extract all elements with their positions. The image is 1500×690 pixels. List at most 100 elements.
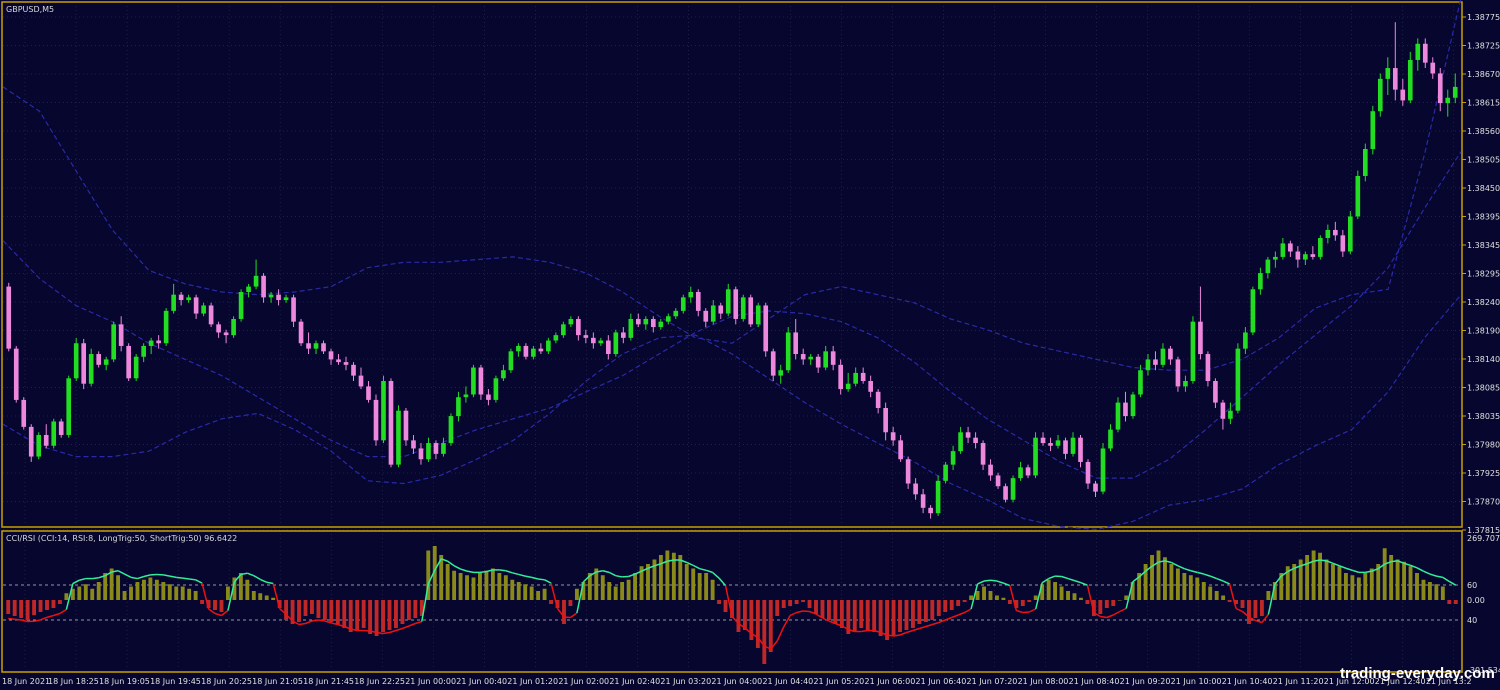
candle-bear (223, 332, 229, 336)
hist-bar-positive (226, 586, 230, 600)
candle-bear (178, 294, 184, 301)
hist-bar-negative (1240, 600, 1245, 608)
hist-bar-positive (264, 595, 269, 600)
hist-bar-positive (1350, 575, 1355, 600)
candle-bear (58, 421, 64, 435)
hist-bar-positive (193, 591, 198, 600)
hist-bar-positive (510, 579, 515, 600)
candle-bull (710, 305, 716, 322)
hist-bar-positive (96, 582, 101, 600)
hist-bar-negative (413, 600, 418, 618)
candle-bull (73, 343, 79, 379)
hist-bar-negative (956, 600, 961, 606)
hist-bar-positive (1369, 568, 1374, 600)
hist-bar-positive (490, 568, 495, 600)
hist-bar-negative (762, 600, 767, 664)
hist-bar-negative (872, 600, 877, 632)
candle-bull (823, 351, 829, 368)
candle-bull (755, 305, 761, 325)
hist-bar-positive (988, 591, 993, 600)
hist-bar-positive (174, 586, 179, 600)
hist-bar-positive (445, 564, 450, 600)
candle-bear (1310, 254, 1316, 257)
candle-bear (43, 434, 49, 446)
candle-bull (1355, 175, 1361, 217)
candle-bear (1025, 467, 1031, 476)
hist-bar-negative (878, 600, 883, 636)
price-tick-label: 1.37980 (1467, 441, 1500, 450)
candle-bull (561, 324, 566, 336)
hist-bar-negative (943, 600, 948, 612)
hist-bar-positive (180, 586, 185, 600)
time-tick-label: 18 Jun 22:25 (354, 677, 405, 686)
candle-bull (568, 318, 574, 325)
hist-bar-positive (1343, 573, 1348, 600)
hist-bar-negative (1259, 600, 1264, 616)
hist-bar-positive (1156, 550, 1161, 600)
candle-bear (980, 443, 986, 465)
watermark: trading-everyday.com (1340, 665, 1495, 682)
time-tick-label: 21 Jun 04:40 (762, 677, 813, 686)
hist-bar-negative (930, 600, 935, 620)
candle-bull (36, 434, 42, 457)
rsi-segment-up (1391, 560, 1398, 563)
hist-bar-negative (355, 600, 360, 630)
time-tick-label: 21 Jun 06:40 (916, 677, 967, 686)
candle-bull (613, 332, 619, 355)
candle-bear (1422, 43, 1428, 63)
candle-bear (898, 440, 903, 460)
hist-bar-positive (1402, 561, 1407, 600)
hist-bar-positive (665, 550, 670, 600)
price-tick-label: 1.38140 (1467, 355, 1500, 364)
hist-bar-positive (613, 586, 618, 600)
candle-bull (1010, 478, 1016, 500)
hist-bar-positive (1182, 573, 1187, 600)
hist-bar-negative (917, 600, 922, 624)
mt4-chart-window[interactable]: GBPUSD,M5 1.38775 1.38725 1.38670 1.38615 1.… (0, 0, 1500, 690)
hist-bar-negative (807, 600, 812, 608)
indicator-tick-label: 60 (1467, 581, 1477, 590)
candle-bear (358, 375, 364, 387)
rsi-segment-up (990, 579, 998, 582)
hist-bar-negative (400, 600, 405, 624)
hist-bar-negative (839, 600, 844, 628)
hist-bar-negative (38, 600, 43, 612)
hist-bar-positive (251, 591, 256, 600)
candle-bull (1445, 97, 1451, 104)
hist-bar-negative (387, 600, 392, 630)
rsi-segment-up (189, 578, 196, 581)
candle-bull (448, 416, 454, 444)
candle-bull (148, 340, 154, 346)
hist-bar-positive (969, 595, 974, 600)
hist-bar-negative (1020, 600, 1025, 606)
price-tick-label: 1.38295 (1467, 270, 1500, 279)
hist-bar-negative (859, 600, 864, 628)
candle-bear (733, 289, 739, 319)
hist-bar-positive (633, 573, 638, 600)
price-tick-label: 1.38450 (1467, 184, 1500, 193)
hist-bar-positive (574, 588, 579, 600)
candle-bear (486, 394, 491, 400)
hist-bar-positive (658, 555, 663, 600)
candle-bull (658, 321, 664, 328)
candle-bull (186, 297, 191, 301)
candle-bull (396, 410, 401, 465)
hist-bar-negative (775, 600, 780, 616)
candle-bear (216, 324, 221, 333)
hist-bar-negative (406, 600, 411, 620)
candle-bear (366, 386, 371, 400)
candle-bear (703, 310, 709, 322)
candle-bull (1235, 348, 1241, 411)
candle-bull (516, 345, 521, 352)
hist-bar-positive (187, 588, 192, 600)
candle-bull (1108, 429, 1113, 449)
candle-bull (688, 291, 694, 298)
hist-bar-positive (697, 573, 702, 600)
hist-bar-positive (542, 588, 547, 600)
hist-bar-positive (484, 570, 489, 600)
time-axis[interactable]: 18 Jun 202118 Jun 18:25 18 Jun 19:05 18 Ju… (2, 677, 1472, 686)
hist-bar-positive (1201, 582, 1206, 600)
candle-bull (1115, 402, 1121, 430)
hist-bar-positive (271, 597, 276, 600)
candle-bear (523, 345, 529, 357)
